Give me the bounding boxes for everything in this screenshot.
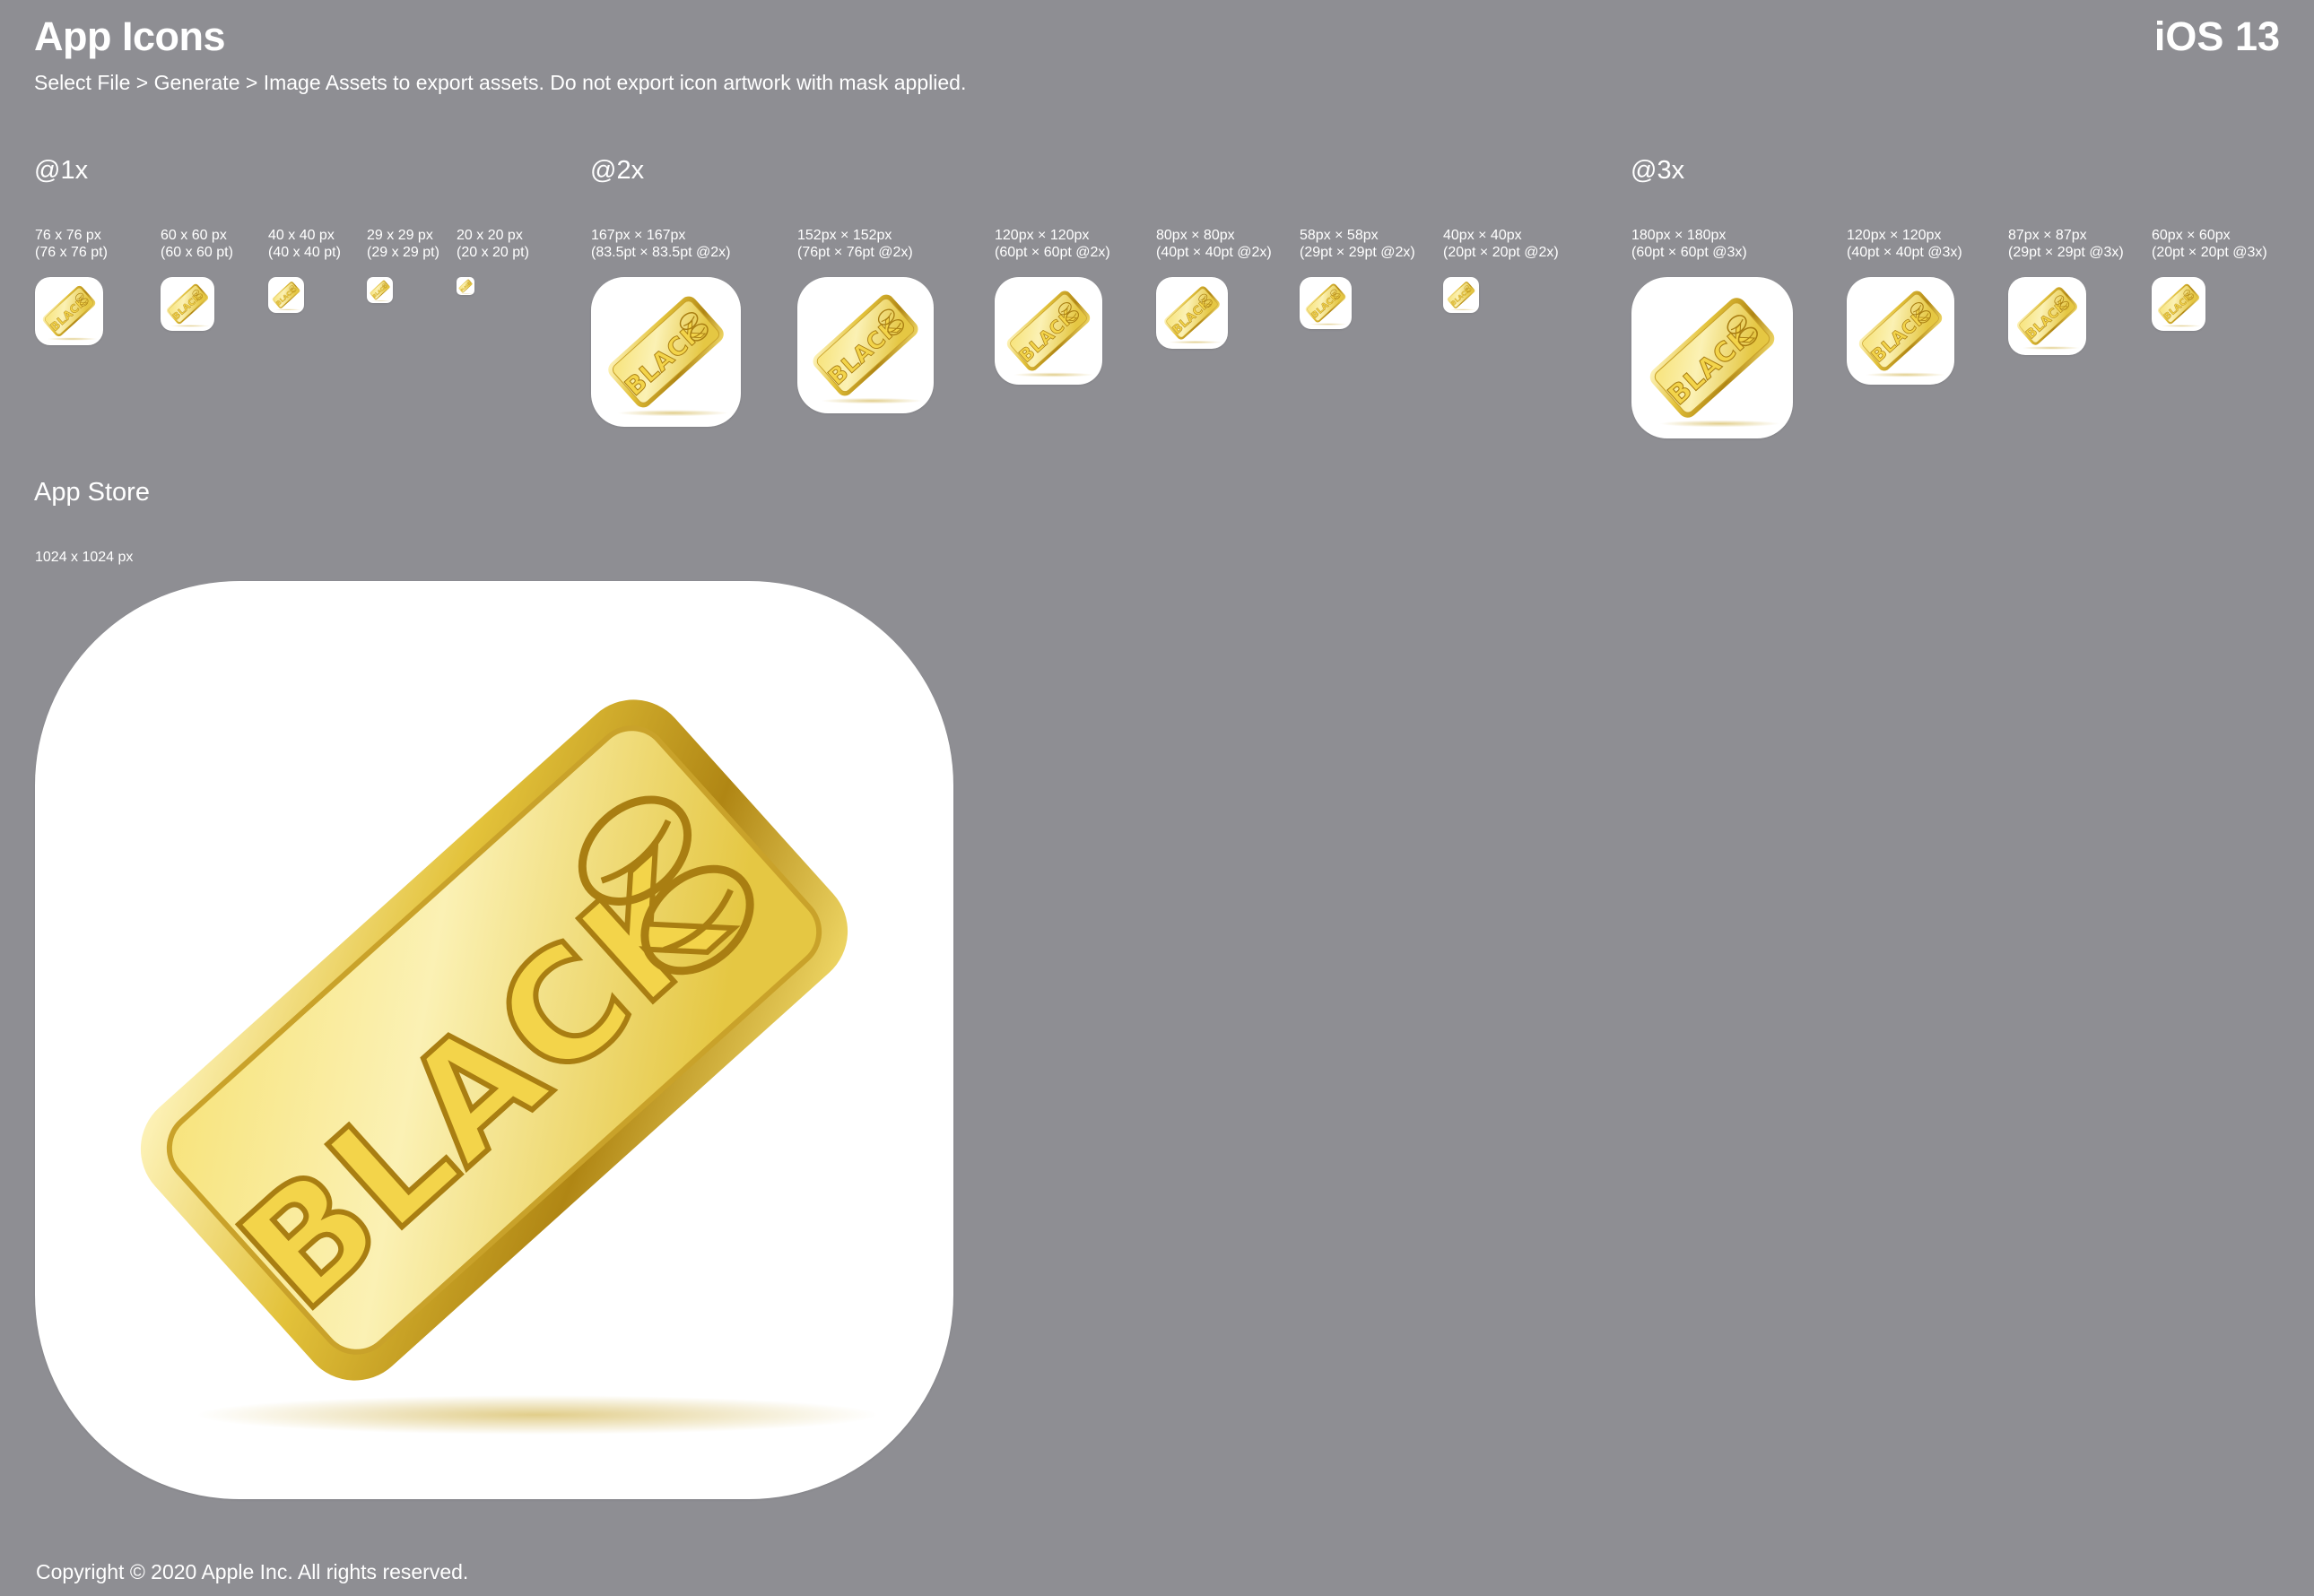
icon-spec-40: 40 x 40 px (40 x 40 pt) — [268, 228, 341, 260]
app-icon-40-2x — [1443, 277, 1479, 313]
section-heading-1x: @1x — [34, 156, 89, 185]
icon-spec-60-3x: 60px × 60px (20pt × 20pt @3x) — [2152, 228, 2267, 260]
icon-spec-152: 152px × 152px (76pt × 76pt @2x) — [797, 228, 913, 260]
app-icon-87 — [2008, 277, 2086, 355]
app-icon-152 — [797, 277, 934, 413]
app-icon-20 — [457, 277, 474, 295]
icon-spec-120-2x: 120px × 120px (60pt × 60pt @2x) — [995, 228, 1110, 260]
app-icon-58 — [1300, 277, 1352, 329]
icon-spec-180: 180px × 180px (60pt × 60pt @3x) — [1631, 228, 1747, 260]
icon-spec-40-2x: 40px × 40px (20pt × 20pt @2x) — [1443, 228, 1559, 260]
section-heading-app-store: App Store — [34, 478, 150, 507]
section-heading-3x: @3x — [1631, 156, 1685, 185]
app-icon-76 — [35, 277, 103, 345]
icon-spec-29: 29 x 29 px (29 x 29 pt) — [367, 228, 439, 260]
icon-spec-87: 87px × 87px (29pt × 29pt @3x) — [2008, 228, 2124, 260]
platform-label: iOS 13 — [2153, 13, 2280, 59]
section-heading-2x: @2x — [590, 156, 645, 185]
icon-spec-76: 76 x 76 px (76 x 76 pt) — [35, 228, 108, 260]
app-icon-120-3x — [1847, 277, 1954, 385]
app-store-icon — [35, 581, 953, 1499]
app-icon-167 — [591, 277, 741, 427]
icon-spec-120-3x: 120px × 120px (40pt × 40pt @3x) — [1847, 228, 1962, 260]
app-icon-120-2x — [995, 277, 1102, 385]
icon-spec-1024: 1024 x 1024 px — [35, 550, 134, 565]
app-icon-80 — [1156, 277, 1228, 349]
icon-spec-58: 58px × 58px (29pt × 29pt @2x) — [1300, 228, 1415, 260]
app-icon-60 — [161, 277, 214, 331]
app-icon-180 — [1631, 277, 1793, 438]
app-icon-29 — [367, 277, 393, 303]
icon-spec-20: 20 x 20 px (20 x 20 pt) — [457, 228, 529, 260]
page-title: App Icons — [34, 13, 226, 59]
copyright-text: Copyright © 2020 Apple Inc. All rights r… — [36, 1560, 469, 1583]
app-icon-40 — [268, 277, 304, 313]
instructions-text: Select File > Generate > Image Assets to… — [34, 71, 967, 94]
icon-spec-80: 80px × 80px (40pt × 40pt @2x) — [1156, 228, 1272, 260]
icon-spec-167: 167px × 167px (83.5pt × 83.5pt @2x) — [591, 228, 731, 260]
icon-spec-60: 60 x 60 px (60 x 60 pt) — [161, 228, 233, 260]
app-icon-60-3x — [2152, 277, 2205, 331]
